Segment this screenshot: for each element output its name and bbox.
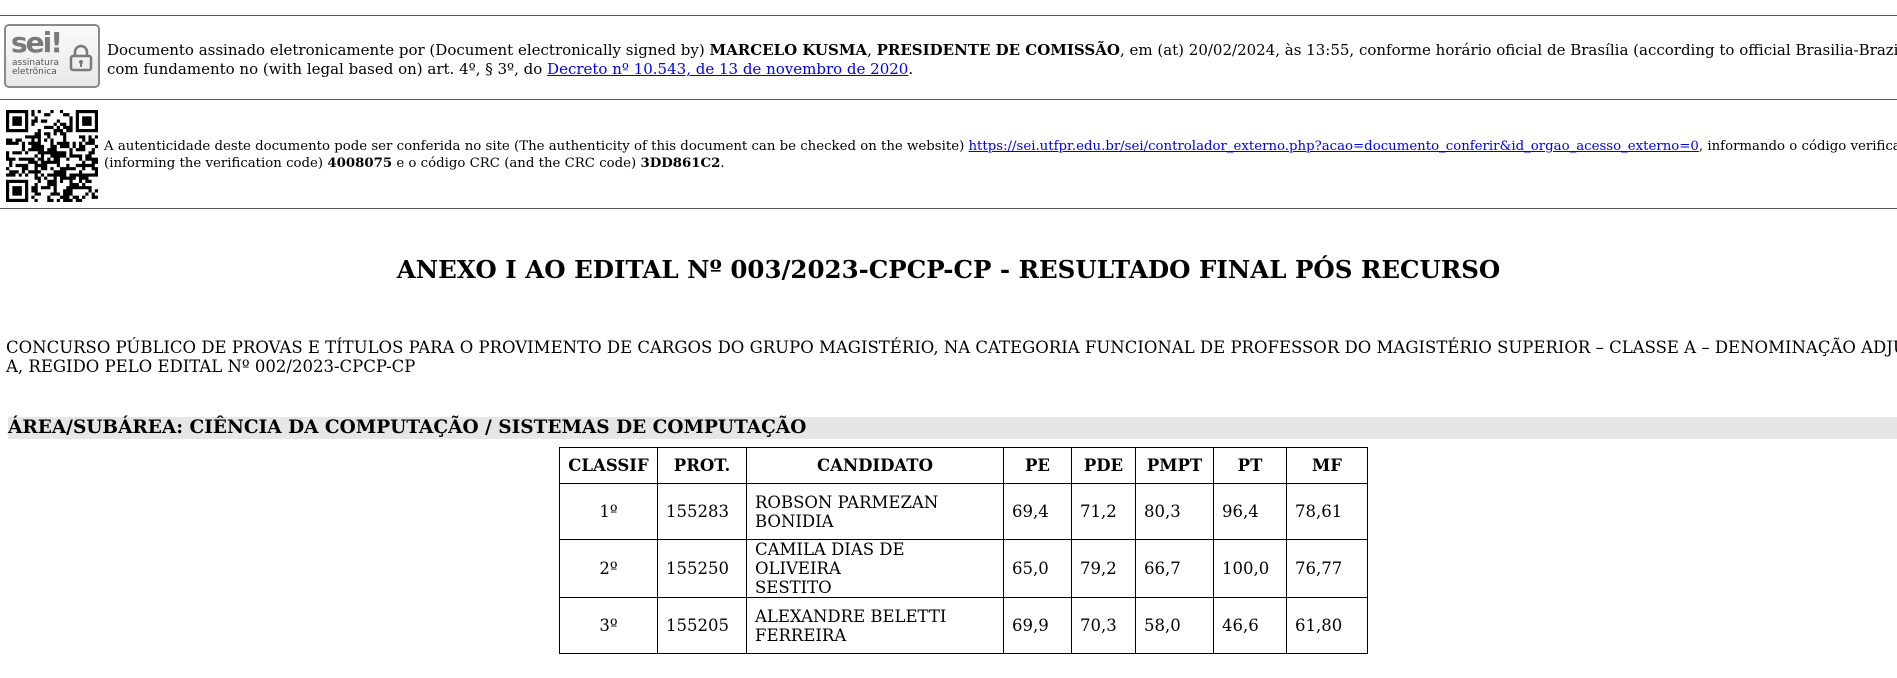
bottom-rule xyxy=(0,208,1897,209)
cell-pde: 79,2 xyxy=(1071,539,1136,598)
crc-code: 3DD861C2 xyxy=(640,156,721,171)
signer-role: PRESIDENTE DE COMISSÃO xyxy=(876,41,1120,59)
header-classif: CLASSIF xyxy=(559,447,658,484)
verification-block: A autenticidade deste documento pode ser… xyxy=(4,110,1897,205)
cell-pe: 65,0 xyxy=(1003,539,1072,598)
cell-prot: 155205 xyxy=(657,597,747,654)
cell-classif: 1º xyxy=(559,483,658,540)
signer-name: MARCELO KUSMA xyxy=(709,41,868,59)
decree-link[interactable]: Decreto nº 10.543, de 13 de novembro de … xyxy=(547,60,908,78)
verification-code: 4008075 xyxy=(327,156,393,171)
table-row: 2º 155250 CAMILA DIAS DE OLIVEIRA SESTITO… xyxy=(559,539,1368,598)
cell-pmpt: 80,3 xyxy=(1135,483,1214,540)
table-row: 3º 155205 ALEXANDRE BELETTI FERREIRA 69,9… xyxy=(559,597,1368,654)
cell-classif: 2º xyxy=(559,539,658,598)
header-pe: PE xyxy=(1003,447,1072,484)
cell-mf: 78,61 xyxy=(1286,483,1368,540)
cell-candidato: CAMILA DIAS DE OLIVEIRA SESTITO xyxy=(746,539,1004,598)
table-row: 1º 155283 ROBSON PARMEZAN BONIDIA 69,4 71… xyxy=(559,483,1368,540)
signature-text: Documento assinado eletronicamente por (… xyxy=(107,41,1897,79)
results-table: CLASSIF PROT. CANDIDATO PE PDE PMPT PT M… xyxy=(559,447,1368,654)
cell-mf: 61,80 xyxy=(1286,597,1368,654)
header-candidato: CANDIDATO xyxy=(746,447,1004,484)
verification-url-link[interactable]: https://sei.utfpr.edu.br/sei/controlador… xyxy=(968,139,1698,154)
header-prot: PROT. xyxy=(657,447,747,484)
sei-signature-logo: sei! assinatura eletrônica xyxy=(4,24,100,88)
verification-text: A autenticidade deste documento pode ser… xyxy=(104,138,1897,172)
qr-code-icon xyxy=(6,110,98,202)
signature-block: sei! assinatura eletrônica Documento ass… xyxy=(4,24,1897,94)
cell-candidato: ALEXANDRE BELETTI FERREIRA xyxy=(746,597,1004,654)
cell-candidato: ROBSON PARMEZAN BONIDIA xyxy=(746,483,1004,540)
middle-rule xyxy=(0,99,1897,100)
signature-line-2: com fundamento no (with legal based on) … xyxy=(107,60,914,78)
cell-prot: 155250 xyxy=(657,539,747,598)
cell-pde: 70,3 xyxy=(1071,597,1136,654)
cell-classif: 3º xyxy=(559,597,658,654)
cell-pt: 46,6 xyxy=(1213,597,1287,654)
sei-logo-brand: sei! xyxy=(11,26,63,59)
header-pt: PT xyxy=(1213,447,1287,484)
header-pde: PDE xyxy=(1071,447,1136,484)
cell-pmpt: 66,7 xyxy=(1135,539,1214,598)
verification-line-1: A autenticidade deste documento pode ser… xyxy=(104,139,1897,154)
cell-pt: 100,0 xyxy=(1213,539,1287,598)
lock-icon xyxy=(69,44,93,72)
table-header-row: CLASSIF PROT. CANDIDATO PE PDE PMPT PT M… xyxy=(559,447,1368,484)
cell-pmpt: 58,0 xyxy=(1135,597,1214,654)
area-heading: ÁREA/SUBÁREA: CIÊNCIA DA COMPUTAÇÃO / SI… xyxy=(8,417,1897,439)
cell-pde: 71,2 xyxy=(1071,483,1136,540)
top-rule xyxy=(0,15,1897,16)
contest-description: CONCURSO PÚBLICO DE PROVAS E TÍTULOS PAR… xyxy=(6,338,1897,376)
cell-pe: 69,9 xyxy=(1003,597,1072,654)
sei-logo-caption: assinatura eletrônica xyxy=(12,58,60,77)
cell-mf: 76,77 xyxy=(1286,539,1368,598)
header-pmpt: PMPT xyxy=(1135,447,1214,484)
cell-pt: 96,4 xyxy=(1213,483,1287,540)
signature-line-1: Documento assinado eletronicamente por (… xyxy=(107,41,1897,59)
header-mf: MF xyxy=(1286,447,1368,484)
cell-prot: 155283 xyxy=(657,483,747,540)
cell-pe: 69,4 xyxy=(1003,483,1072,540)
page-title: ANEXO I AO EDITAL Nº 003/2023-CPCP-CP - … xyxy=(396,255,1501,284)
verification-line-2: (informing the verification code) 400807… xyxy=(104,156,725,171)
